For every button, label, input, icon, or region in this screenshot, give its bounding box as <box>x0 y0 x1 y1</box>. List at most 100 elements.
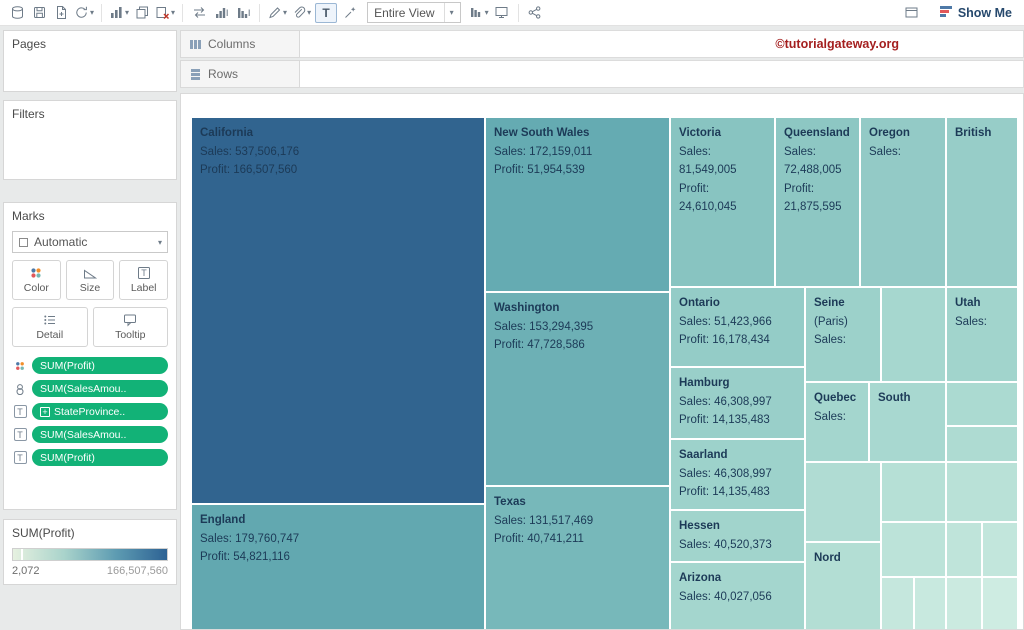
pill-sum-salesamount-label[interactable]: SUM(SalesAmou.. <box>32 426 168 443</box>
filters-card[interactable]: Filters <box>3 100 177 180</box>
treemap-tile-british[interactable]: British <box>946 117 1018 287</box>
sort-ascending-icon[interactable] <box>210 2 232 24</box>
tooltip-button[interactable]: Tooltip <box>93 307 169 347</box>
detail-button[interactable]: Detail <box>12 307 88 347</box>
treemap-tile-saarland[interactable]: SaarlandSales: 46,308,997Profit: 14,135,… <box>670 439 805 510</box>
treemap-tile[interactable] <box>881 577 914 630</box>
pill-stateprovince-label[interactable]: + StateProvince.. <box>32 403 168 420</box>
paperclip-icon[interactable]: ▾ <box>289 2 313 24</box>
treemap-tile[interactable] <box>881 522 946 577</box>
tile-label-line: Profit: <box>784 180 851 199</box>
refresh-icon[interactable]: ▾ <box>72 2 96 24</box>
treemap-tile-hessen[interactable]: HessenSales: 40,520,373 <box>670 510 805 562</box>
treemap-tile-hamburg[interactable]: HamburgSales: 46,308,997Profit: 14,135,4… <box>670 367 805 439</box>
treemap-tile-ontario[interactable]: OntarioSales: 51,423,966Profit: 16,178,4… <box>670 287 805 367</box>
treemap-tile[interactable] <box>914 577 946 630</box>
treemap-tile-utah[interactable]: UtahSales: <box>946 287 1018 382</box>
tile-label-line: Sales: 172,159,011 <box>494 143 661 162</box>
treemap-tile-nord[interactable]: Nord <box>805 542 881 630</box>
tile-label-line: Sales: <box>955 313 1009 332</box>
size-mark-icon <box>12 383 28 395</box>
label-button-label: Label <box>131 282 157 294</box>
swap-axes-icon[interactable] <box>188 2 210 24</box>
cell-size-icon[interactable]: ▾ <box>467 2 491 24</box>
treemap-tile-england[interactable]: EnglandSales: 179,760,747Profit: 54,821,… <box>191 504 485 630</box>
share-icon[interactable] <box>524 2 546 24</box>
tile-label-line: 24,610,045 <box>679 198 766 217</box>
treemap-tile[interactable] <box>946 577 982 630</box>
tile-label-line: British <box>955 124 1009 143</box>
pill-sum-profit-color[interactable]: SUM(Profit) <box>32 357 168 374</box>
tile-label-line: Sales: 537,506,176 <box>200 143 476 162</box>
svg-text:T: T <box>141 268 147 278</box>
treemap-tile[interactable] <box>946 426 1018 462</box>
tile-label-line: Utah <box>955 294 1009 313</box>
treemap-tile[interactable] <box>946 382 1018 426</box>
treemap-tile-seine-paris[interactable]: Seine(Paris)Sales: <box>805 287 881 382</box>
tile-label-line: California <box>200 124 476 143</box>
legend-values: 2,072 166,507,560 <box>12 565 168 577</box>
tile-label-line: Ontario <box>679 294 796 313</box>
treemap-tile[interactable] <box>881 462 946 522</box>
treemap-tile-queensland[interactable]: QueenslandSales:72,488,005Profit:21,875,… <box>775 117 860 287</box>
columns-shelf[interactable]: ©tutorialgateway.org <box>300 30 1024 58</box>
treemap-tile[interactable] <box>982 522 1018 577</box>
expand-plus-icon[interactable]: + <box>40 407 50 417</box>
treemap-tile[interactable] <box>946 462 1018 522</box>
presentation-mode-icon[interactable] <box>491 2 513 24</box>
mark-type-dropdown[interactable]: Automatic ▾ <box>12 231 168 253</box>
pill-sum-salesamount-size[interactable]: SUM(SalesAmou.. <box>32 380 168 397</box>
treemap-tile[interactable] <box>946 522 982 577</box>
save-icon[interactable] <box>28 2 50 24</box>
clear-sheet-icon[interactable]: ▾ <box>153 2 177 24</box>
show-mark-labels-button[interactable]: T <box>315 3 337 23</box>
treemap-tile-oregon[interactable]: OregonSales: <box>860 117 946 287</box>
treemap-tile-washington[interactable]: WashingtonSales: 153,294,395Profit: 47,7… <box>485 292 670 486</box>
new-data-source-icon[interactable] <box>50 2 72 24</box>
pages-card[interactable]: Pages <box>3 30 177 92</box>
tile-label-line: Sales: <box>784 143 851 162</box>
treemap-tile-texas[interactable]: TexasSales: 131,517,469Profit: 40,741,21… <box>485 486 670 630</box>
tooltip-button-label: Tooltip <box>115 329 145 341</box>
label-button[interactable]: T Label <box>119 260 168 300</box>
highlight-pen-icon[interactable]: ▾ <box>265 2 289 24</box>
pill-label: SUM(Profit) <box>40 452 95 464</box>
toolbar: ▾ ▾ ▾ ▾ ▾ T <box>0 0 1024 26</box>
treemap-tile-south[interactable]: South <box>869 382 946 462</box>
rows-shelf[interactable] <box>300 60 1024 88</box>
treemap-tile-quebec[interactable]: QuebecSales: <box>805 382 869 462</box>
show-me-button[interactable]: Show Me <box>939 4 1012 22</box>
color-button[interactable]: Color <box>12 260 61 300</box>
tile-label-line: Sales: 46,308,997 <box>679 465 796 484</box>
caret-down-icon: ▾ <box>125 8 129 17</box>
tile-label-line: Sales: 179,760,747 <box>200 530 476 549</box>
text-mark-icon: T <box>12 451 28 464</box>
sort-descending-icon[interactable] <box>232 2 254 24</box>
tile-label-line: Sales: <box>869 143 937 162</box>
caret-down-icon: ▾ <box>307 8 311 17</box>
treemap-tile[interactable] <box>881 287 946 382</box>
pill-label: SUM(Profit) <box>40 360 95 372</box>
tile-label-line: Hamburg <box>679 374 796 393</box>
treemap-tile-california[interactable]: CaliforniaSales: 537,506,176Profit: 166,… <box>191 117 485 504</box>
treemap-tile[interactable] <box>982 577 1018 630</box>
new-worksheet-icon[interactable]: ▾ <box>107 2 131 24</box>
filters-title: Filters <box>12 107 168 121</box>
legend-gradient[interactable] <box>12 548 168 561</box>
treemap-tile[interactable] <box>805 462 881 542</box>
size-button[interactable]: Size <box>66 260 115 300</box>
window-icon[interactable] <box>901 2 923 24</box>
tile-label-line: Oregon <box>869 124 937 143</box>
treemap-tile-victoria[interactable]: VictoriaSales:81,549,005Profit:24,610,04… <box>670 117 775 287</box>
tile-label-line: Sales: 46,308,997 <box>679 393 796 412</box>
main-area: Columns ©tutorialgateway.org Rows Califo… <box>180 26 1024 630</box>
fit-view-select[interactable]: Entire View ▾ <box>367 2 461 23</box>
data-source-icon[interactable] <box>6 2 28 24</box>
marks-buttons-row-1: Color Size T Label <box>12 260 168 300</box>
tile-label-line: Profit: 14,135,483 <box>679 483 796 502</box>
treemap-tile-new-south-wales[interactable]: New South WalesSales: 172,159,011Profit:… <box>485 117 670 292</box>
fix-axes-wand-icon[interactable] <box>339 2 361 24</box>
duplicate-sheet-icon[interactable] <box>131 2 153 24</box>
pill-sum-profit-label[interactable]: SUM(Profit) <box>32 449 168 466</box>
treemap-tile-arizona[interactable]: ArizonaSales: 40,027,056 <box>670 562 805 630</box>
